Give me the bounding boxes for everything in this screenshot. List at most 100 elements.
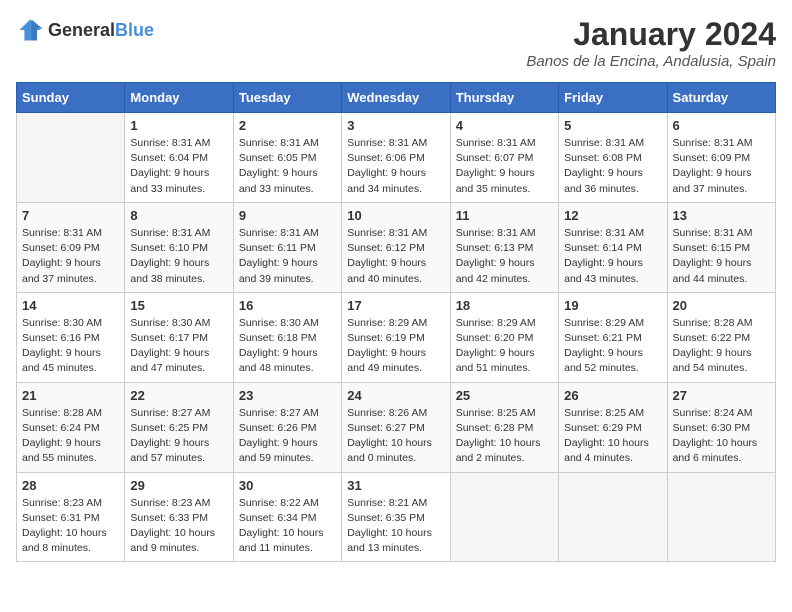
calendar-cell: 6Sunrise: 8:31 AMSunset: 6:09 PMDaylight… xyxy=(667,113,775,203)
logo-blue: Blue xyxy=(115,20,154,40)
calendar-cell: 28 Sunrise: 8:23 AMSunset: 6:31 PMDayligh… xyxy=(17,472,125,562)
day-info: Sunrise: 8:30 AMSunset: 6:16 PMDaylight:… xyxy=(22,316,119,377)
day-number: 14 xyxy=(22,298,119,313)
day-info: Sunrise: 8:31 AMSunset: 6:15 PMDaylight:… xyxy=(673,226,770,287)
calendar-cell: 4Sunrise: 8:31 AMSunset: 6:07 PMDaylight… xyxy=(450,113,558,203)
day-number: 15 xyxy=(130,298,227,313)
page-header: GeneralBlue January 2024 Banos de la Enc… xyxy=(16,16,776,70)
month-year-title: January 2024 xyxy=(526,16,776,53)
day-number: 21 xyxy=(22,388,119,403)
day-info: Sunrise: 8:28 AMSunset: 6:24 PMDaylight:… xyxy=(22,406,119,467)
logo-general: General xyxy=(48,20,115,40)
day-number: 16 xyxy=(239,298,336,313)
logo-icon xyxy=(16,16,44,44)
day-info: Sunrise: 8:28 AMSunset: 6:22 PMDaylight:… xyxy=(673,316,770,377)
day-info: Sunrise: 8:31 AMSunset: 6:05 PMDaylight:… xyxy=(239,136,336,197)
day-number: 20 xyxy=(673,298,770,313)
day-info: Sunrise: 8:23 AMSunset: 6:31 PMDaylight:… xyxy=(22,496,119,557)
calendar-cell: 31 Sunrise: 8:21 AMSunset: 6:35 PMDayligh… xyxy=(342,472,450,562)
day-info: Sunrise: 8:31 AMSunset: 6:04 PMDaylight:… xyxy=(130,136,227,197)
calendar-cell: 15 Sunrise: 8:30 AMSunset: 6:17 PMDayligh… xyxy=(125,292,233,382)
day-number: 25 xyxy=(456,388,553,403)
location-subtitle: Banos de la Encina, Andalusia, Spain xyxy=(526,53,776,70)
day-number: 23 xyxy=(239,388,336,403)
header-thursday: Thursday xyxy=(450,83,558,113)
day-number: 3 xyxy=(347,118,444,133)
calendar-cell: 1 Sunrise: 8:31 AMSunset: 6:04 PMDaylight… xyxy=(125,113,233,203)
day-info: Sunrise: 8:23 AMSunset: 6:33 PMDaylight:… xyxy=(130,496,227,557)
day-info: Sunrise: 8:31 AMSunset: 6:09 PMDaylight:… xyxy=(22,226,119,287)
calendar-cell: 16Sunrise: 8:30 AMSunset: 6:18 PMDayligh… xyxy=(233,292,341,382)
weekday-header-row: Sunday Monday Tuesday Wednesday Thursday… xyxy=(17,83,776,113)
day-info: Sunrise: 8:31 AMSunset: 6:11 PMDaylight:… xyxy=(239,226,336,287)
calendar-cell xyxy=(450,472,558,562)
calendar-cell: 3 Sunrise: 8:31 AMSunset: 6:06 PMDaylight… xyxy=(342,113,450,203)
day-number: 19 xyxy=(564,298,661,313)
day-info: Sunrise: 8:27 AMSunset: 6:26 PMDaylight:… xyxy=(239,406,336,467)
day-info: Sunrise: 8:31 AMSunset: 6:12 PMDaylight:… xyxy=(347,226,444,287)
day-number: 28 xyxy=(22,478,119,493)
day-info: Sunrise: 8:27 AMSunset: 6:25 PMDaylight:… xyxy=(130,406,227,467)
calendar-cell: 10 Sunrise: 8:31 AMSunset: 6:12 PMDayligh… xyxy=(342,202,450,292)
day-number: 26 xyxy=(564,388,661,403)
day-info: Sunrise: 8:29 AMSunset: 6:19 PMDaylight:… xyxy=(347,316,444,377)
calendar-cell: 5 Sunrise: 8:31 AMSunset: 6:08 PMDaylight… xyxy=(559,113,667,203)
day-info: Sunrise: 8:30 AMSunset: 6:17 PMDaylight:… xyxy=(130,316,227,377)
day-number: 30 xyxy=(239,478,336,493)
day-number: 31 xyxy=(347,478,444,493)
calendar-cell: 7 Sunrise: 8:31 AMSunset: 6:09 PMDaylight… xyxy=(17,202,125,292)
day-number: 6 xyxy=(673,118,770,133)
day-info: Sunrise: 8:31 AMSunset: 6:10 PMDaylight:… xyxy=(130,226,227,287)
day-info: Sunrise: 8:31 AMSunset: 6:06 PMDaylight:… xyxy=(347,136,444,197)
day-number: 11 xyxy=(456,208,553,223)
calendar-cell: 13 Sunrise: 8:31 AMSunset: 6:15 PMDayligh… xyxy=(667,202,775,292)
header-monday: Monday xyxy=(125,83,233,113)
day-number: 9 xyxy=(239,208,336,223)
day-info: Sunrise: 8:21 AMSunset: 6:35 PMDaylight:… xyxy=(347,496,444,557)
calendar-cell xyxy=(17,113,125,203)
calendar-cell: 23 Sunrise: 8:27 AMSunset: 6:26 PMDayligh… xyxy=(233,382,341,472)
day-info: Sunrise: 8:26 AMSunset: 6:27 PMDaylight:… xyxy=(347,406,444,467)
day-number: 27 xyxy=(673,388,770,403)
day-number: 10 xyxy=(347,208,444,223)
day-number: 5 xyxy=(564,118,661,133)
day-info: Sunrise: 8:29 AMSunset: 6:20 PMDaylight:… xyxy=(456,316,553,377)
calendar-cell: 22Sunrise: 8:27 AMSunset: 6:25 PMDayligh… xyxy=(125,382,233,472)
day-info: Sunrise: 8:22 AMSunset: 6:34 PMDaylight:… xyxy=(239,496,336,557)
day-number: 24 xyxy=(347,388,444,403)
calendar-cell: 29 Sunrise: 8:23 AMSunset: 6:33 PMDayligh… xyxy=(125,472,233,562)
calendar-cell: 20 Sunrise: 8:28 AMSunset: 6:22 PMDayligh… xyxy=(667,292,775,382)
calendar-table: Sunday Monday Tuesday Wednesday Thursday… xyxy=(16,82,776,562)
day-info: Sunrise: 8:29 AMSunset: 6:21 PMDaylight:… xyxy=(564,316,661,377)
calendar-cell: 27 Sunrise: 8:24 AMSunset: 6:30 PMDayligh… xyxy=(667,382,775,472)
day-number: 1 xyxy=(130,118,227,133)
day-number: 7 xyxy=(22,208,119,223)
calendar-cell: 25 Sunrise: 8:25 AMSunset: 6:28 PMDayligh… xyxy=(450,382,558,472)
logo: GeneralBlue xyxy=(16,16,154,44)
calendar-cell xyxy=(559,472,667,562)
calendar-cell: 30 Sunrise: 8:22 AMSunset: 6:34 PMDayligh… xyxy=(233,472,341,562)
calendar-cell: 24 Sunrise: 8:26 AMSunset: 6:27 PMDayligh… xyxy=(342,382,450,472)
day-info: Sunrise: 8:31 AMSunset: 6:08 PMDaylight:… xyxy=(564,136,661,197)
day-info: Sunrise: 8:31 AMSunset: 6:07 PMDaylight:… xyxy=(456,136,553,197)
header-tuesday: Tuesday xyxy=(233,83,341,113)
calendar-cell: 14 Sunrise: 8:30 AMSunset: 6:16 PMDayligh… xyxy=(17,292,125,382)
day-info: Sunrise: 8:24 AMSunset: 6:30 PMDaylight:… xyxy=(673,406,770,467)
header-sunday: Sunday xyxy=(17,83,125,113)
header-friday: Friday xyxy=(559,83,667,113)
day-number: 29 xyxy=(130,478,227,493)
calendar-cell: 8Sunrise: 8:31 AMSunset: 6:10 PMDaylight… xyxy=(125,202,233,292)
day-number: 17 xyxy=(347,298,444,313)
day-info: Sunrise: 8:25 AMSunset: 6:28 PMDaylight:… xyxy=(456,406,553,467)
header-wednesday: Wednesday xyxy=(342,83,450,113)
day-number: 2 xyxy=(239,118,336,133)
calendar-cell: 21 Sunrise: 8:28 AMSunset: 6:24 PMDayligh… xyxy=(17,382,125,472)
day-number: 13 xyxy=(673,208,770,223)
calendar-cell: 26 Sunrise: 8:25 AMSunset: 6:29 PMDayligh… xyxy=(559,382,667,472)
calendar-cell: 18Sunrise: 8:29 AMSunset: 6:20 PMDayligh… xyxy=(450,292,558,382)
calendar-cell: 2 Sunrise: 8:31 AMSunset: 6:05 PMDaylight… xyxy=(233,113,341,203)
day-number: 12 xyxy=(564,208,661,223)
calendar-week-row: 14 Sunrise: 8:30 AMSunset: 6:16 PMDayligh… xyxy=(17,292,776,382)
day-info: Sunrise: 8:25 AMSunset: 6:29 PMDaylight:… xyxy=(564,406,661,467)
calendar-week-row: 21 Sunrise: 8:28 AMSunset: 6:24 PMDayligh… xyxy=(17,382,776,472)
